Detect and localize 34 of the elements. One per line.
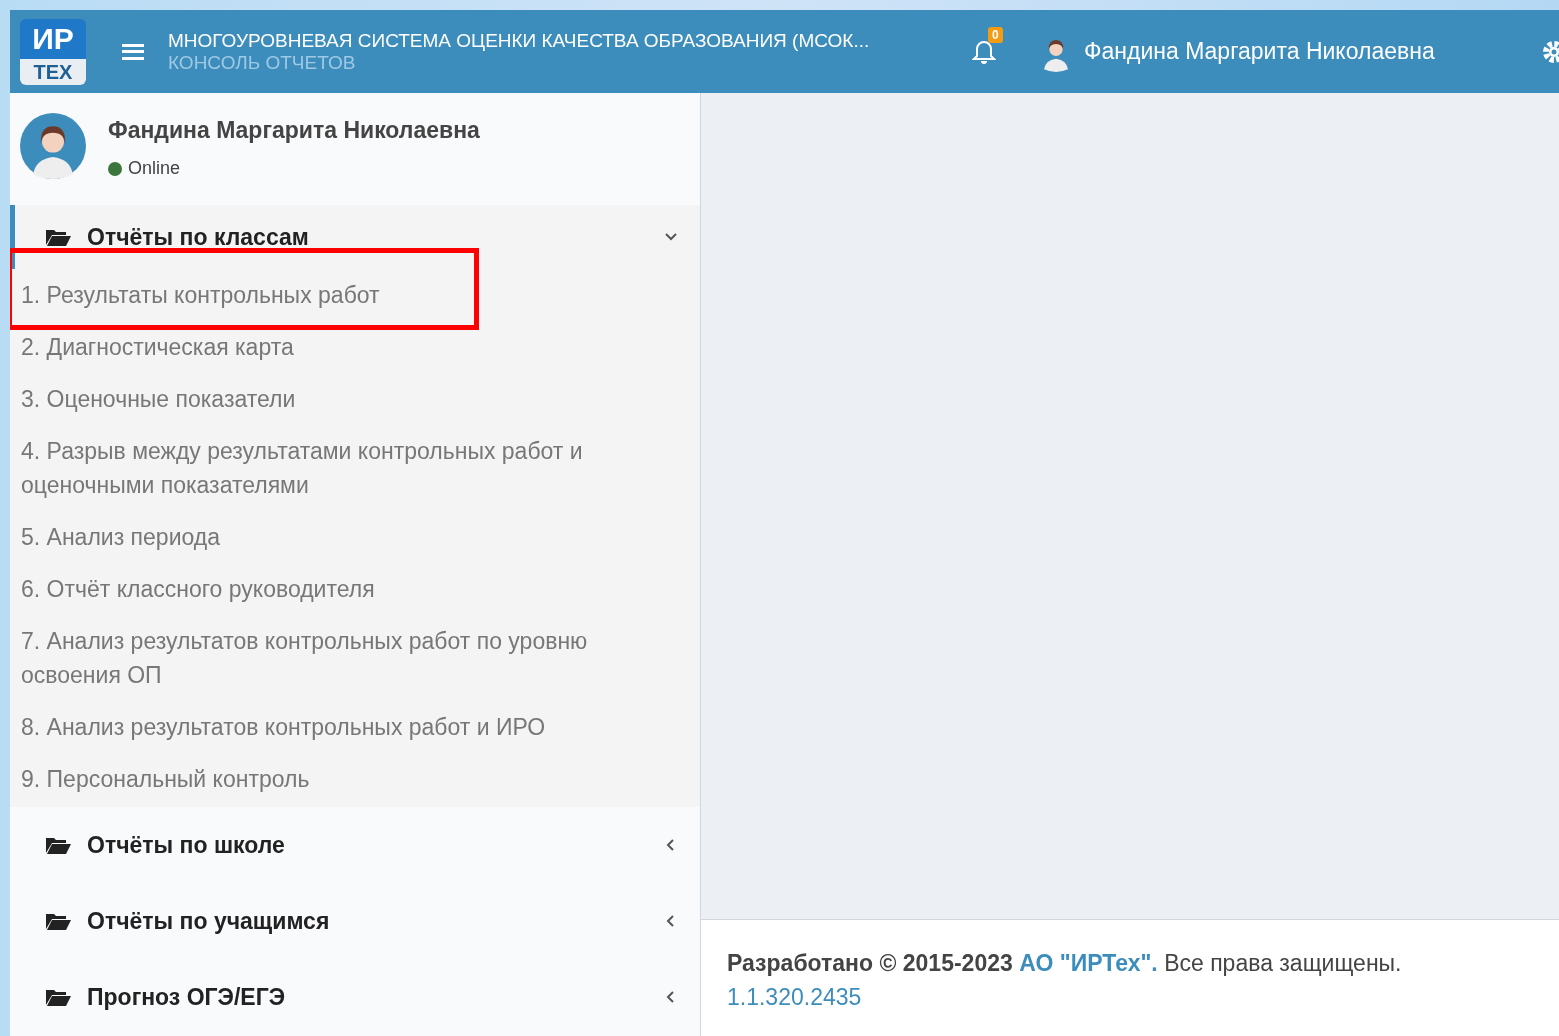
menu-item[interactable]: 5. Анализ периода — [10, 511, 700, 563]
app-subtitle: КОНСОЛЬ ОТЧЕТОВ — [168, 51, 357, 74]
menu-group[interactable]: Отчёты по учащимся — [10, 883, 700, 959]
menu-item[interactable]: 7. Анализ результатов контрольных работ по уровню освоения ОП — [10, 615, 700, 701]
menu-group[interactable]: Отчёты по школе — [10, 807, 700, 883]
user-name: Фандина Маргарита Николаевна — [108, 117, 480, 144]
status-dot — [108, 161, 122, 176]
logo[interactable]: ИР TEX — [20, 18, 86, 85]
logo-text: ИР — [32, 20, 74, 57]
folder-icon — [45, 987, 71, 1007]
folder-icon — [45, 911, 71, 931]
menu-item[interactable]: 2. Диагностическая карта — [10, 321, 700, 373]
folder-icon — [45, 835, 71, 855]
menu-group[interactable]: Прогноз ОГЭ/ЕГЭ — [10, 959, 700, 1035]
app-title: МНОГОУРОВНЕВАЯ СИСТЕМА ОЦЕНКИ КАЧЕСТВА ОБРАЗОВАНИЯ (МСОК... — [168, 29, 871, 52]
menu-item[interactable]: 4. Разрыв между результатами контрольных работ и оценочными показателями — [10, 425, 700, 511]
menu-item[interactable]: 3. Оценочные показатели — [10, 373, 700, 425]
settings-icon[interactable] — [1541, 38, 1559, 65]
version-text: 1.1.320.2435 — [727, 983, 862, 1012]
menu-icon[interactable] — [122, 43, 144, 60]
folder-icon — [45, 227, 71, 247]
menu-group[interactable]: Отчёты по классам — [10, 205, 700, 269]
status-text: Online — [128, 158, 181, 179]
avatar-icon — [20, 113, 86, 179]
menu-item[interactable]: 1. Результаты контрольных работ — [10, 269, 700, 321]
notification-badge: 0 — [988, 26, 1003, 43]
bell-icon[interactable] — [972, 38, 996, 65]
copyright-text: Разработано © 2015-2023 АО "ИРТех". Все права защищены. — [727, 949, 1403, 978]
logo-text: TEX — [20, 58, 86, 85]
menu-item[interactable]: 8. Анализ результатов контрольных работ и ИРО — [10, 701, 700, 753]
company-link[interactable]: АО "ИРТех". — [1019, 950, 1158, 976]
menu-item[interactable]: 6. Отчёт классного руководителя — [10, 563, 700, 615]
user-menu[interactable]: Фандина Маргарита Николаевна — [1036, 31, 1435, 72]
menu-item[interactable]: 9. Персональный контроль — [10, 753, 700, 805]
